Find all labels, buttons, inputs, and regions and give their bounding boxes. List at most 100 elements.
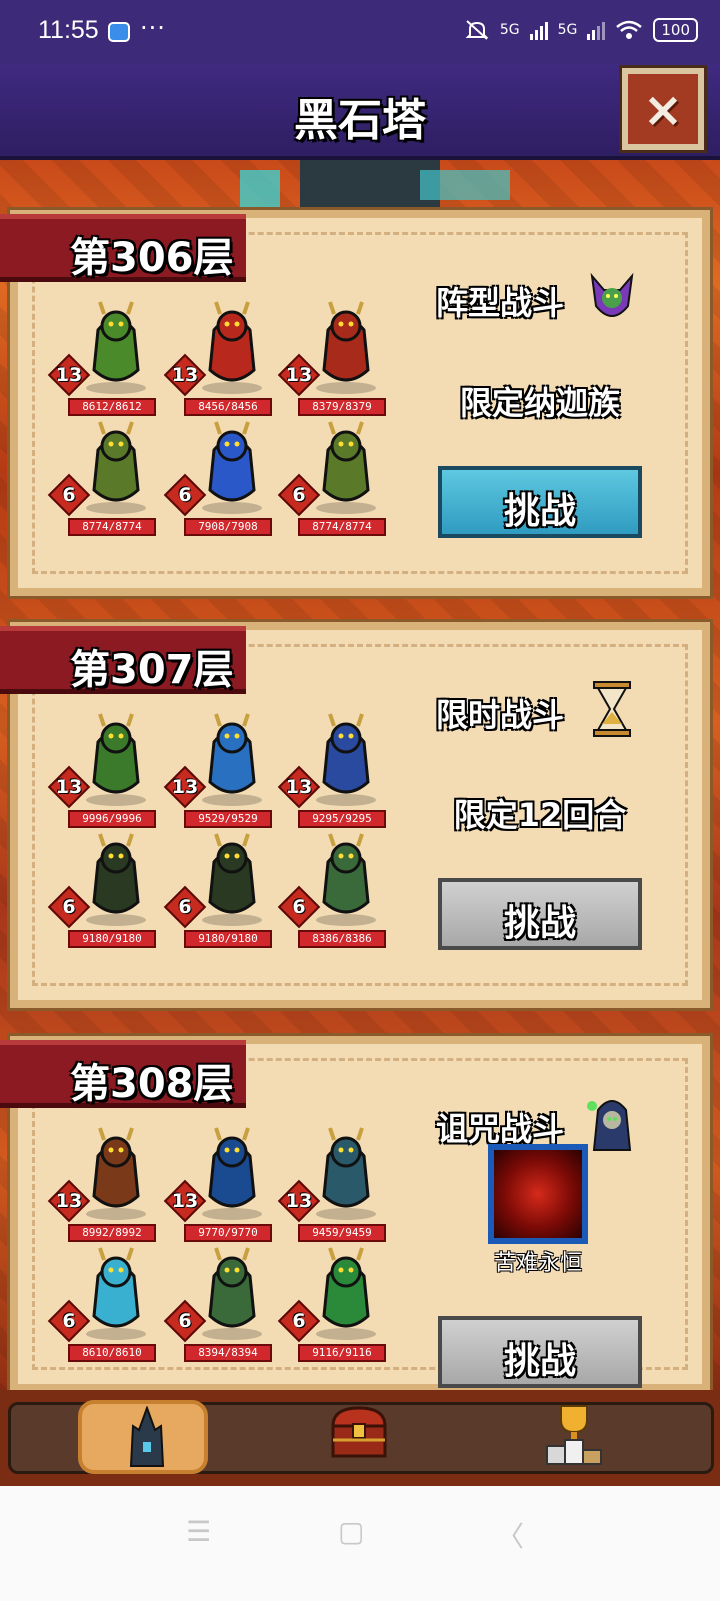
enemy-unit[interactable]: 13 9529/9529 [163, 712, 276, 842]
enemy-unit[interactable]: 6 8610/8610 [47, 1246, 160, 1376]
battle-restriction-text: 限定纳迦族 [459, 384, 620, 422]
enemy-unit[interactable]: 13 8992/8992 [47, 1126, 160, 1256]
challenge-button[interactable]: 挑战 [438, 878, 642, 950]
ranking-tab[interactable] [506, 1400, 636, 1474]
enemy-unit[interactable]: 13 9996/9996 [47, 712, 160, 842]
level-badge: 13 [47, 765, 91, 809]
hp-bar: 9459/9459 [298, 1224, 386, 1242]
hp-bar: 9529/9529 [184, 810, 272, 828]
back-icon[interactable]: 〈 [496, 1515, 524, 1555]
challenge-button[interactable]: 挑战 [438, 1316, 642, 1388]
hp-bar: 9180/9180 [68, 930, 156, 948]
enemy-unit[interactable]: 6 8774/8774 [47, 420, 160, 550]
status-indicators: 5G 5G 100 [464, 18, 698, 42]
level-badge: 13 [277, 765, 321, 809]
monster-portrait-icon [316, 713, 376, 806]
signal-icon-2 [587, 20, 606, 40]
enemy-unit[interactable]: 6 9116/9116 [277, 1246, 390, 1376]
level-text: 13 [171, 364, 199, 386]
network-5g-label-2: 5G [557, 22, 578, 38]
signal-icon [529, 20, 548, 40]
enemy-unit[interactable]: 6 9180/9180 [47, 832, 160, 962]
enemy-unit[interactable]: 13 8379/8379 [277, 300, 390, 430]
floor-label: 第306层 [0, 214, 246, 282]
level-badge: 6 [163, 473, 207, 517]
level-text: 6 [178, 484, 192, 506]
network-5g-label: 5G [499, 22, 520, 38]
enemy-unit[interactable]: 6 8774/8774 [277, 420, 390, 550]
monster-portrait-icon [86, 1127, 146, 1220]
monster-portrait-icon [316, 1127, 376, 1220]
monster-portrait-icon [202, 1247, 262, 1340]
hourglass-icon [584, 678, 640, 740]
hp-bar: 9295/9295 [298, 810, 386, 828]
level-badge: 6 [277, 1299, 321, 1343]
hp-bar: 8774/8774 [68, 518, 156, 536]
battle-restriction-text: 限定12回合 [453, 796, 627, 834]
hp-bar: 8379/8379 [298, 398, 386, 416]
trophy-podium-icon [546, 1405, 602, 1465]
level-text: 13 [285, 364, 313, 386]
mute-icon [465, 20, 489, 40]
home-icon[interactable]: ▢ [338, 1515, 364, 1548]
battle-type-label: 阵型战斗 [436, 284, 565, 322]
enemy-unit[interactable]: 6 9180/9180 [163, 832, 276, 962]
wifi-icon [616, 20, 643, 39]
monster-portrait-icon [316, 301, 376, 394]
floor-label: 第308层 [0, 1040, 246, 1108]
battle-type-label: 限时战斗 [436, 696, 565, 734]
hp-bar: 8992/8992 [68, 1224, 156, 1242]
monster-portrait-icon [202, 421, 262, 514]
background-crystal [240, 170, 280, 210]
more-notifications-icon: ··· [140, 14, 166, 42]
hp-bar: 8774/8774 [298, 518, 386, 536]
level-badge: 13 [163, 765, 207, 809]
level-text: 6 [292, 1310, 306, 1332]
curse-effect-icon[interactable] [488, 1144, 588, 1244]
hp-bar: 7908/7908 [184, 518, 272, 536]
challenge-button[interactable]: 挑战 [438, 466, 642, 538]
monster-portrait-icon [86, 713, 146, 806]
enemy-unit[interactable]: 6 8386/8386 [277, 832, 390, 962]
challenge-button-label: 挑战 [503, 903, 576, 944]
level-text: 13 [55, 1190, 83, 1212]
level-badge: 13 [277, 353, 321, 397]
enemy-unit[interactable]: 6 8394/8394 [163, 1246, 276, 1376]
chest-tab[interactable] [292, 1400, 422, 1474]
level-badge: 13 [47, 1179, 91, 1223]
header-bar: 黑石塔 [0, 64, 720, 160]
floor-label: 第307层 [0, 626, 246, 694]
monster-portrait-icon [86, 1247, 146, 1340]
monster-portrait-icon [202, 713, 262, 806]
monster-portrait-icon [86, 833, 146, 926]
enemy-unit[interactable]: 13 9459/9459 [277, 1126, 390, 1256]
hp-bar: 9180/9180 [184, 930, 272, 948]
tower-icon [129, 1406, 165, 1467]
level-text: 6 [62, 1310, 76, 1332]
level-text: 13 [171, 776, 199, 798]
level-badge: 6 [163, 1299, 207, 1343]
hp-bar: 8386/8386 [298, 930, 386, 948]
app-notification-icon [108, 22, 130, 42]
close-button[interactable]: × [619, 65, 707, 153]
hp-bar: 8610/8610 [68, 1344, 156, 1362]
enemy-unit[interactable]: 13 9770/9770 [163, 1126, 276, 1256]
enemy-unit[interactable]: 13 8612/8612 [47, 300, 160, 430]
treasure-chest-icon [331, 1406, 387, 1458]
status-bar: 11:55 ··· 5G 5G 100 [0, 0, 720, 64]
monster-portrait-icon [316, 1247, 376, 1340]
monster-portrait-icon [316, 421, 376, 514]
level-badge: 6 [47, 473, 91, 517]
hooded-warlock-icon [584, 1092, 640, 1154]
enemy-unit[interactable]: 13 9295/9295 [277, 712, 390, 842]
hp-bar: 9996/9996 [68, 810, 156, 828]
hp-bar: 8456/8456 [184, 398, 272, 416]
enemy-unit[interactable]: 6 7908/7908 [163, 420, 276, 550]
hp-bar: 8612/8612 [68, 398, 156, 416]
tower-tab[interactable] [78, 1400, 208, 1474]
recent-apps-icon[interactable]: ☰ [186, 1515, 211, 1548]
level-badge: 13 [163, 353, 207, 397]
floor-number-text: 第306层 [70, 235, 234, 281]
status-time: 11:55 [38, 16, 99, 44]
enemy-unit[interactable]: 13 8456/8456 [163, 300, 276, 430]
